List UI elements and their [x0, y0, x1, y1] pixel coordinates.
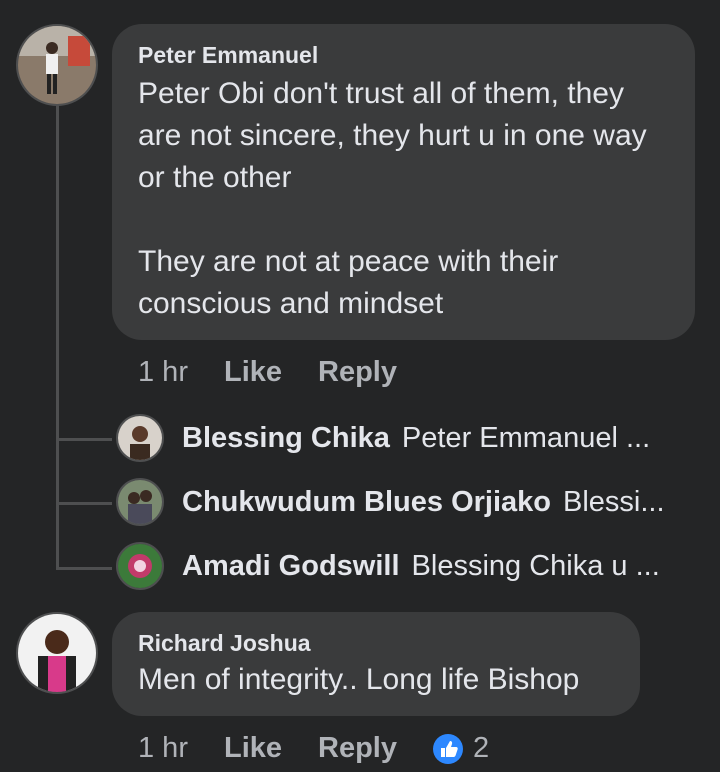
reply-button[interactable]: Reply — [318, 356, 397, 389]
reply-text: Peter Emmanuel ... — [401, 421, 651, 454]
comment-time[interactable]: 1 hr — [138, 732, 188, 765]
reply-item[interactable]: Amadi Godswill Blessing Chika u ... — [182, 546, 720, 586]
comment-bubble: Richard Joshua Men of integrity.. Long l… — [112, 612, 640, 716]
reply-author[interactable]: Amadi Godswill — [182, 550, 400, 583]
like-button[interactable]: Like — [224, 356, 282, 389]
avatar[interactable] — [16, 24, 98, 106]
comment-time[interactable]: 1 hr — [138, 356, 188, 389]
comment-author[interactable]: Peter Emmanuel — [138, 42, 669, 69]
avatar[interactable] — [116, 542, 164, 590]
like-button[interactable]: Like — [224, 732, 282, 765]
thumbs-up-icon — [433, 733, 463, 764]
thread-branch — [56, 438, 112, 441]
avatar[interactable] — [16, 612, 98, 694]
thread-branch — [56, 567, 112, 570]
comment-actions: 1 hr Like Reply 2 — [138, 732, 489, 765]
reaction-count: 2 — [473, 732, 490, 764]
thread-branch — [56, 502, 112, 505]
comment-bubble: Peter Emmanuel Peter Obi don't trust all… — [112, 24, 695, 340]
comment-author[interactable]: Richard Joshua — [138, 630, 614, 657]
reply-item[interactable]: Chukwudum Blues Orjiako Blessi... — [182, 482, 720, 522]
avatar[interactable] — [116, 414, 164, 462]
reply-button[interactable]: Reply — [318, 732, 397, 765]
comment-text: Peter Obi don't trust all of them, they … — [138, 77, 647, 320]
reply-author[interactable]: Chukwudum Blues Orjiako — [182, 486, 551, 519]
thread-line — [56, 100, 59, 570]
reply-text: Blessi... — [563, 485, 665, 518]
comment-text: Men of integrity.. Long life Bishop — [138, 663, 580, 696]
reply-item[interactable]: Blessing Chika Peter Emmanuel ... — [182, 418, 720, 458]
avatar[interactable] — [116, 478, 164, 526]
comment-actions: 1 hr Like Reply — [138, 356, 397, 389]
reaction-summary[interactable]: 2 — [433, 732, 489, 765]
reply-author[interactable]: Blessing Chika — [182, 422, 390, 455]
reply-text: Blessing Chika u ... — [411, 549, 660, 582]
